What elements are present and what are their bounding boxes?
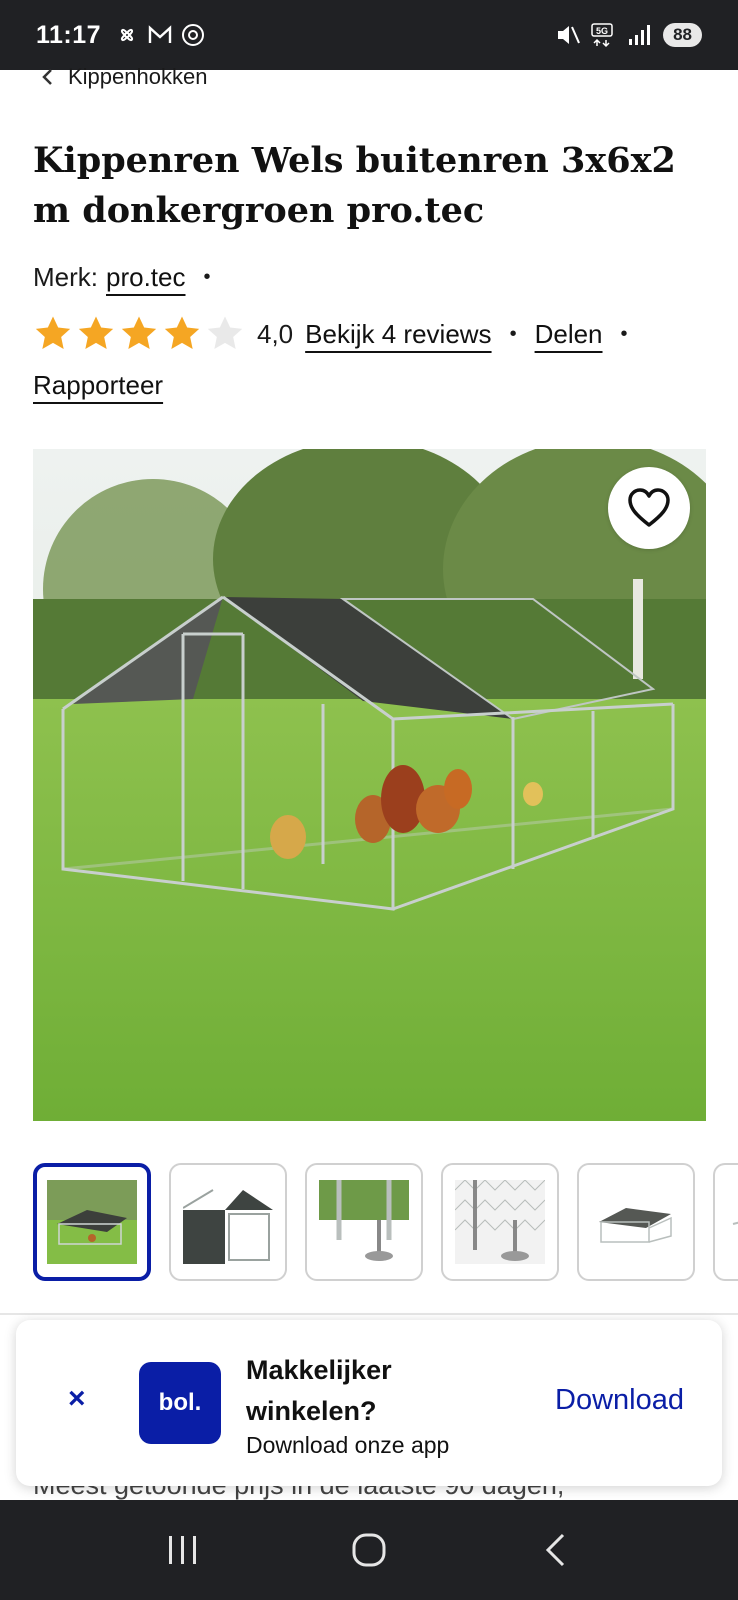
- reviews-link[interactable]: Bekijk 4 reviews: [305, 319, 491, 350]
- rating-row: 4,0 Bekijk 4 reviews • Delen •: [33, 314, 646, 354]
- separator-dot: •: [203, 266, 211, 288]
- signal-icon: [629, 25, 651, 45]
- mute-icon: [558, 26, 580, 44]
- thumbnail-1[interactable]: [33, 1163, 151, 1281]
- status-bar: 11:17 5G 88: [0, 0, 738, 70]
- thumbnail-2[interactable]: [169, 1163, 287, 1281]
- recent-apps-icon: [169, 1536, 196, 1564]
- thumbnail-3[interactable]: [305, 1163, 423, 1281]
- report-link[interactable]: Rapporteer: [33, 370, 163, 400]
- status-time: 11:17: [36, 20, 102, 49]
- heart-icon: [628, 488, 670, 527]
- thumbnail-image: [319, 1180, 409, 1264]
- report-row: Rapporteer: [33, 370, 163, 401]
- app-download-banner: × bol. Makkelijker winkelen? Download on…: [16, 1320, 722, 1486]
- star-filled-icon: [164, 316, 200, 349]
- thumbnail-5[interactable]: [577, 1163, 695, 1281]
- battery-indicator: 88: [663, 23, 702, 47]
- back-button[interactable]: [525, 1520, 585, 1580]
- thumbnail-strip: [33, 1163, 738, 1281]
- product-title: Kippenren Wels buitenren 3x6x2 m donkerg…: [33, 140, 676, 231]
- thumbnail-image: [183, 1180, 273, 1264]
- home-icon: [352, 1533, 386, 1567]
- thumbnail-image: [719, 1180, 738, 1264]
- 5g-icon: 5G: [591, 23, 613, 48]
- brand-row: Merk: pro.tec •: [33, 262, 211, 293]
- banner-subtitle: Download onze app: [246, 1432, 450, 1458]
- banner-title: Makkelijker winkelen?: [246, 1355, 392, 1426]
- recent-apps-button[interactable]: [153, 1520, 213, 1580]
- star-filled-icon: [78, 316, 114, 349]
- thumbnail-image: [455, 1180, 545, 1264]
- star-filled-icon: [121, 316, 157, 349]
- thumbnail-4[interactable]: [441, 1163, 559, 1281]
- thumbnail-6[interactable]: [713, 1163, 738, 1281]
- breadcrumb-label[interactable]: Kippenhokken: [68, 64, 207, 90]
- star-empty-icon: [207, 316, 243, 349]
- svg-text:5G: 5G: [596, 26, 608, 36]
- separator-dot: •: [509, 322, 517, 345]
- system-nav-bar: [0, 1500, 738, 1600]
- brand-link[interactable]: pro.tec: [106, 262, 186, 293]
- download-button[interactable]: Download: [555, 1384, 684, 1417]
- rating-value: 4,0: [257, 318, 294, 349]
- home-button[interactable]: [339, 1520, 399, 1580]
- thumbnail-image: [47, 1180, 137, 1264]
- brand-prefix: Merk:: [33, 262, 98, 292]
- back-icon: [545, 1533, 565, 1567]
- mail-icon: [148, 25, 172, 43]
- at-icon: [182, 24, 205, 46]
- product-main-image[interactable]: [33, 449, 706, 1121]
- breadcrumb[interactable]: Kippenhokken: [40, 64, 207, 90]
- separator-dot: •: [620, 322, 628, 345]
- divider: [0, 1313, 738, 1315]
- chevron-left-icon: [42, 69, 52, 85]
- share-link[interactable]: Delen: [535, 319, 603, 350]
- rating-stars[interactable]: [33, 314, 245, 354]
- chicken-run-photo: [33, 449, 706, 1121]
- thumbnail-image: [591, 1180, 681, 1264]
- fan-icon: [121, 28, 134, 42]
- close-banner-button[interactable]: ×: [68, 1382, 86, 1416]
- bol-logo: bol.: [139, 1362, 221, 1444]
- favorite-button[interactable]: [608, 467, 690, 549]
- star-filled-icon: [35, 316, 71, 349]
- status-left-icons: [115, 23, 205, 47]
- status-right: 5G 88: [555, 22, 702, 48]
